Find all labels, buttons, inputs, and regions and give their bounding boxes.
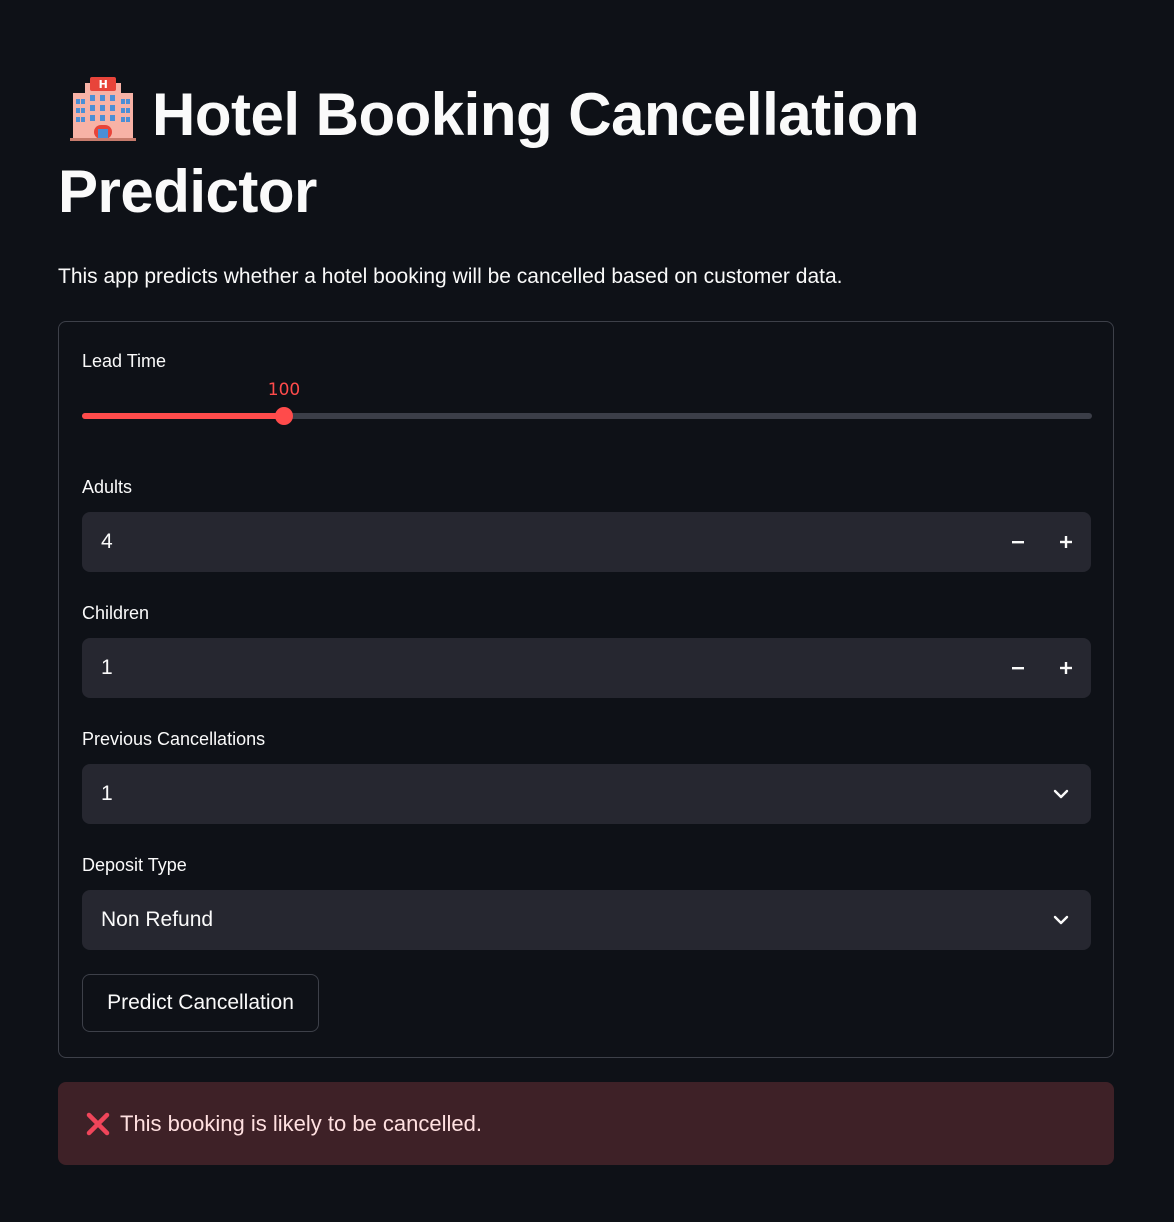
deposit-type-label: Deposit Type [82, 855, 187, 875]
app-description: This app predicts whether a hotel bookin… [58, 265, 843, 288]
minus-icon [1012, 541, 1024, 544]
children-value[interactable]: 1 [101, 638, 113, 698]
chevron-down-icon[interactable] [1049, 782, 1073, 806]
lead-time-label: Lead Time [82, 351, 167, 371]
svg-text:H: H [99, 78, 108, 91]
title-line-2: Predictor [58, 158, 317, 225]
adults-increment-button[interactable] [1042, 512, 1090, 572]
deposit-type-select[interactable]: Non Refund [82, 890, 1091, 950]
slider-fill [82, 413, 284, 419]
slider-thumb[interactable] [275, 407, 293, 425]
prediction-result-alert: This booking is likely to be cancelled. [58, 1082, 1114, 1165]
children-decrement-button[interactable] [994, 638, 1042, 698]
predict-cancellation-button[interactable]: Predict Cancellation [82, 974, 319, 1032]
cross-mark-icon [86, 1112, 110, 1136]
lead-time-slider[interactable]: 100 [82, 380, 1092, 432]
plus-icon [1060, 536, 1072, 548]
hotel-icon: H [70, 77, 136, 141]
chevron-down-icon[interactable] [1049, 908, 1073, 932]
booking-form: Lead Time 100 Adults 4 Children 1 Previo… [58, 321, 1114, 1058]
adults-label: Adults [82, 477, 133, 497]
minus-icon [1012, 667, 1024, 670]
children-label: Children [82, 603, 150, 623]
previous-cancellations-label: Previous Cancellations [82, 729, 266, 749]
previous-cancellations-select[interactable]: 1 [82, 764, 1091, 824]
slider-value: 100 [267, 380, 301, 400]
previous-cancellations-value: 1 [101, 782, 113, 805]
adults-decrement-button[interactable] [994, 512, 1042, 572]
children-increment-button[interactable] [1042, 638, 1090, 698]
adults-number-input[interactable]: 4 [82, 512, 1091, 572]
adults-value[interactable]: 4 [101, 512, 113, 572]
plus-icon [1060, 662, 1072, 674]
title-line-1: Hotel Booking Cancellation [152, 81, 920, 148]
children-number-input[interactable]: 1 [82, 638, 1091, 698]
deposit-type-value: Non Refund [101, 908, 214, 931]
page-title: H Hotel Booking Cancellation Predictor [58, 76, 1058, 230]
result-message: This booking is likely to be cancelled. [120, 1111, 482, 1136]
